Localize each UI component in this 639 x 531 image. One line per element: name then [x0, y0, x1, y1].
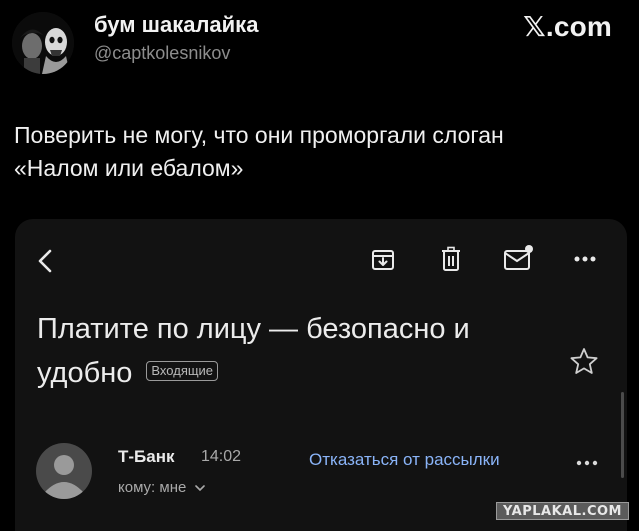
brand-logo: 𝕏.com: [523, 11, 612, 42]
recipient-label: кому: мне: [118, 479, 187, 496]
more-icon[interactable]: [573, 255, 597, 263]
mark-unread-icon[interactable]: [503, 244, 535, 272]
sender-avatar[interactable]: [36, 443, 92, 499]
recipient-toggle[interactable]: кому: мне: [118, 479, 205, 496]
tweet-text-line-1: Поверить не могу, что они проморгали сло…: [14, 122, 504, 148]
star-icon[interactable]: [569, 347, 599, 375]
unsubscribe-link[interactable]: Отказаться от рассылки: [309, 450, 500, 470]
email-subject-line-2: удобно: [37, 357, 133, 389]
email-time: 14:02: [201, 448, 242, 465]
sender-more-icon[interactable]: [576, 459, 598, 467]
scrollbar[interactable]: [621, 392, 624, 478]
back-icon[interactable]: [35, 248, 55, 274]
author-name[interactable]: бум шакалайка: [94, 12, 258, 38]
tweet-text-line-2: «Налом или ебалом»: [14, 155, 244, 181]
email-subject-line-1: Платите по лицу — безопасно и: [37, 313, 470, 345]
archive-icon[interactable]: [371, 248, 395, 272]
author-handle[interactable]: @captkolesnikov: [94, 43, 230, 64]
trash-icon[interactable]: [440, 246, 462, 272]
author-avatar[interactable]: [12, 12, 74, 74]
watermark: YAPLAKAL.COM: [496, 502, 629, 520]
sender-name[interactable]: Т-Банк: [118, 447, 175, 467]
tweet-text: Поверить не могу, что они проморгали сло…: [14, 119, 624, 185]
chevron-down-icon[interactable]: [194, 484, 205, 492]
inbox-label-badge[interactable]: Входящие: [146, 361, 219, 382]
email-subject: Платите по лицу — безопасно и удобно Вхо…: [37, 307, 517, 395]
